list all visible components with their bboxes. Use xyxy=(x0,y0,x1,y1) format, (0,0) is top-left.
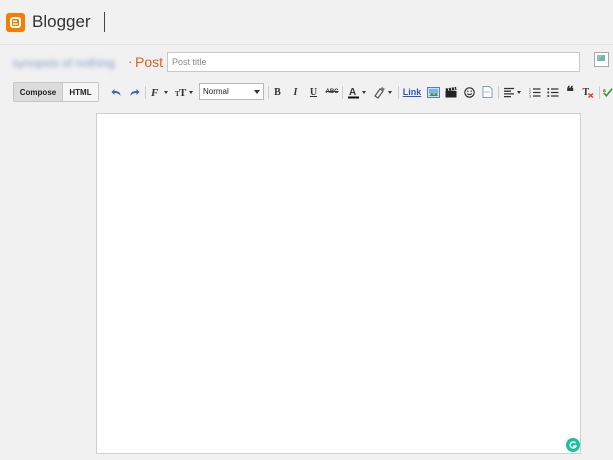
header-divider xyxy=(104,12,105,32)
toolbar-separator xyxy=(342,86,343,99)
numbered-list-icon: 1 2 3 xyxy=(529,87,541,98)
undo-icon xyxy=(111,88,120,96)
insert-video-button[interactable] xyxy=(444,83,458,101)
font-size-icon: T T xyxy=(175,87,193,98)
editor-toolbar: Compose HTML F T T Normal B I U ABC A Li… xyxy=(0,82,613,102)
post-body-editor[interactable] xyxy=(96,113,581,454)
font-size-button[interactable]: T T xyxy=(174,83,196,101)
toolbar-separator xyxy=(268,86,269,99)
mode-switch: Compose HTML xyxy=(13,82,99,102)
compose-mode-button[interactable]: Compose xyxy=(14,83,63,101)
toolbar-separator xyxy=(145,86,146,99)
post-label: Post xyxy=(135,54,164,70)
text-color-button[interactable]: A xyxy=(346,83,368,101)
alignment-button[interactable] xyxy=(502,83,524,101)
svg-text:T: T xyxy=(583,87,590,98)
blogger-logo-icon[interactable] xyxy=(6,13,25,32)
chevron-down-icon xyxy=(254,90,260,94)
svg-text:A: A xyxy=(349,87,356,98)
bulleted-list-icon xyxy=(547,87,559,97)
grammarly-icon[interactable] xyxy=(566,438,580,452)
underline-button[interactable]: U xyxy=(308,83,319,101)
toolbar-separator xyxy=(398,86,399,99)
top-bar: Blogger xyxy=(0,0,613,44)
jump-break-icon xyxy=(482,86,492,98)
svg-text:3: 3 xyxy=(529,94,531,98)
clear-formatting-icon: T xyxy=(583,87,594,98)
font-family-button[interactable]: F xyxy=(149,83,171,101)
paragraph-format-value: Normal xyxy=(203,87,229,96)
post-title-input[interactable] xyxy=(167,52,580,72)
svg-text:F: F xyxy=(150,87,159,98)
redo-button[interactable] xyxy=(127,83,141,101)
html-mode-button[interactable]: HTML xyxy=(63,83,98,101)
align-icon xyxy=(503,87,521,97)
clear-formatting-button[interactable]: T xyxy=(581,83,595,101)
spellcheck-icon: a xyxy=(603,88,613,98)
text-color-icon: A xyxy=(347,87,366,98)
bold-button[interactable]: B xyxy=(272,83,283,101)
insert-emoji-button[interactable] xyxy=(462,83,476,101)
video-icon xyxy=(445,86,457,97)
broken-image-icon xyxy=(594,52,609,67)
undo-button[interactable] xyxy=(109,83,123,101)
toolbar-separator xyxy=(599,86,600,99)
insert-image-button[interactable] xyxy=(426,83,440,101)
bulleted-list-button[interactable] xyxy=(546,83,560,101)
svg-text:a: a xyxy=(603,88,606,94)
font-family-icon: F xyxy=(150,87,168,98)
app-name[interactable]: Blogger xyxy=(32,12,91,32)
quote-button[interactable]: ❝ xyxy=(563,83,577,101)
highlight-button[interactable] xyxy=(372,83,394,101)
numbered-list-button[interactable]: 1 2 3 xyxy=(528,83,542,101)
highlight-icon xyxy=(373,86,392,99)
link-button[interactable]: Link xyxy=(402,83,422,101)
redo-icon xyxy=(130,88,139,96)
svg-text:T: T xyxy=(179,87,187,98)
post-title-row: synopsis of nothing · Post xyxy=(0,44,613,82)
emoji-icon xyxy=(463,86,475,98)
image-icon xyxy=(426,86,440,98)
jump-break-button[interactable] xyxy=(480,83,494,101)
paragraph-format-select[interactable]: Normal xyxy=(199,83,264,100)
italic-button[interactable]: I xyxy=(290,83,301,101)
strikethrough-button[interactable]: ABC xyxy=(325,83,339,101)
breadcrumb-separator: · xyxy=(128,54,133,69)
blog-name[interactable]: synopsis of nothing xyxy=(12,56,115,70)
toolbar-separator xyxy=(498,86,499,99)
spellcheck-button[interactable]: a xyxy=(603,83,613,101)
